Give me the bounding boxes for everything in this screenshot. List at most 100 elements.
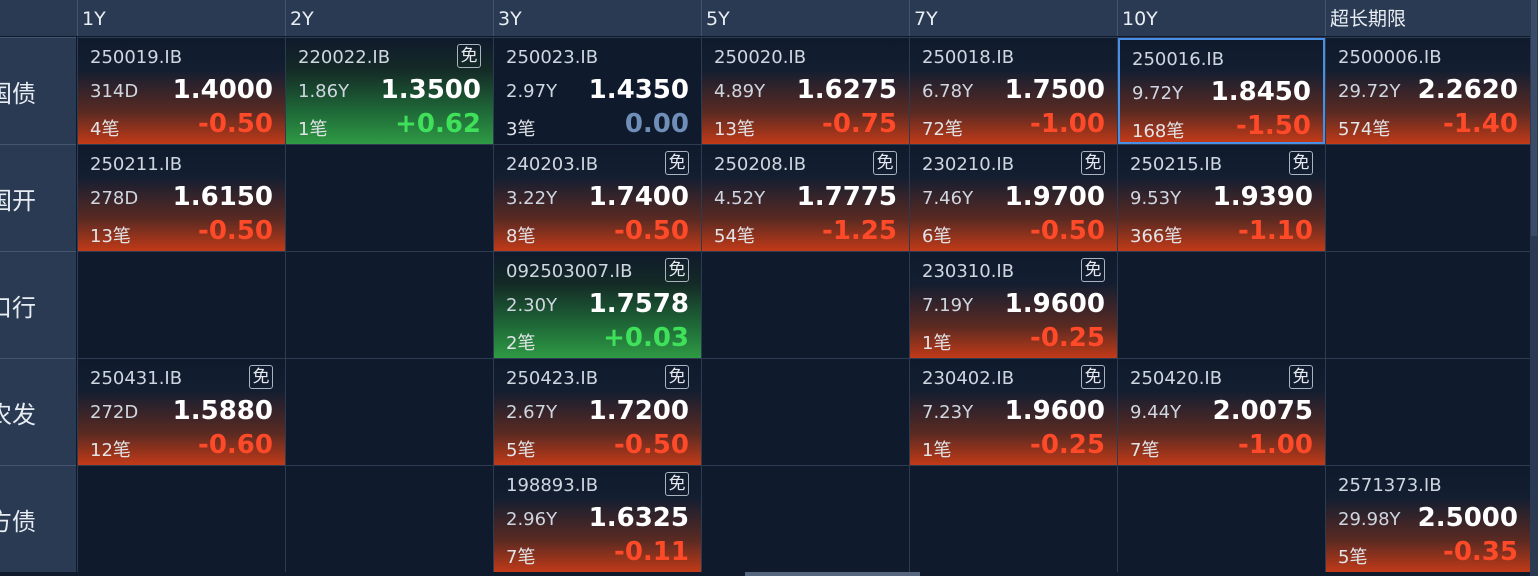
remaining-term: 7.23Y <box>922 402 974 423</box>
column-header-1[interactable]: 2Y <box>285 0 493 36</box>
bond-quote-card[interactable]: 198893.IB 免 2.96Y 1.6325 7笔 -0.11 <box>494 466 701 572</box>
matrix-cell[interactable]: 230402.IB 免 7.23Y 1.9600 1笔 -0.25 <box>909 358 1117 465</box>
matrix-cell[interactable]: 250215.IB 免 9.53Y 1.9390 366笔 -1.10 <box>1117 144 1325 251</box>
bond-quote-card[interactable]: 250423.IB 免 2.67Y 1.7200 5笔 -0.50 <box>494 359 701 465</box>
bond-code: 250016.IB <box>1132 49 1225 70</box>
bond-quote-card[interactable]: 230402.IB 免 7.23Y 1.9600 1笔 -0.25 <box>910 359 1117 465</box>
header-corner <box>0 0 76 36</box>
bond-quote-card[interactable]: 230210.IB 免 7.46Y 1.9700 6笔 -0.50 <box>910 145 1117 251</box>
yield-value: 1.7200 <box>588 396 689 426</box>
matrix-cell[interactable]: 250208.IB 免 4.52Y 1.7775 54笔 -1.25 <box>701 144 909 251</box>
yield-value: 2.2620 <box>1417 75 1518 105</box>
yield-value: 1.7500 <box>1004 75 1105 105</box>
bond-quote-card[interactable]: 250208.IB 免 4.52Y 1.7775 54笔 -1.25 <box>702 145 909 251</box>
remaining-term: 4.89Y <box>714 81 766 102</box>
remaining-term: 2.30Y <box>506 295 558 316</box>
yield-change: -0.11 <box>614 537 689 567</box>
bond-code: 230210.IB <box>922 154 1015 175</box>
trade-count: 6笔 <box>922 226 952 247</box>
row-label-2[interactable]: 口行 <box>0 251 76 358</box>
yield-change: -0.60 <box>198 430 273 460</box>
bond-quote-card[interactable]: 250431.IB 免 272D 1.5880 12笔 -0.60 <box>78 359 285 465</box>
column-header-3[interactable]: 5Y <box>701 0 909 36</box>
remaining-term: 2.97Y <box>506 81 558 102</box>
matrix-cell[interactable]: 250023.IB 2.97Y 1.4350 3笔 0.00 <box>493 37 701 144</box>
matrix-cell[interactable]: 250018.IB 6.78Y 1.7500 72笔 -1.00 <box>909 37 1117 144</box>
matrix-cell <box>701 251 909 358</box>
tax-exempt-badge: 免 <box>1081 258 1105 282</box>
column-header-5[interactable]: 10Y <box>1117 0 1325 36</box>
trade-count: 1笔 <box>922 440 952 461</box>
matrix-cell[interactable]: 250423.IB 免 2.67Y 1.7200 5笔 -0.50 <box>493 358 701 465</box>
scrollbar-thumb[interactable] <box>1531 0 1537 236</box>
yield-value: 1.5880 <box>172 396 273 426</box>
matrix-cell <box>1325 251 1530 358</box>
trade-count: 168笔 <box>1132 121 1185 142</box>
bond-quote-card[interactable]: 250420.IB 免 9.44Y 2.0075 7笔 -1.00 <box>1118 359 1325 465</box>
row-label-1[interactable]: 国开 <box>0 144 76 251</box>
bond-quote-card[interactable]: 250019.IB 314D 1.4000 4笔 -0.50 <box>78 38 285 144</box>
remaining-term: 7.46Y <box>922 188 974 209</box>
vertical-scrollbar[interactable] <box>1530 0 1538 576</box>
tax-exempt-badge: 免 <box>457 44 481 68</box>
row-label-3[interactable]: 农发 <box>0 358 76 465</box>
matrix-cell[interactable]: 250431.IB 免 272D 1.5880 12笔 -0.60 <box>77 358 285 465</box>
matrix-cell[interactable]: 2500006.IB 29.72Y 2.2620 574笔 -1.40 <box>1325 37 1530 144</box>
bond-quote-card[interactable]: 240203.IB 免 3.22Y 1.7400 8笔 -0.50 <box>494 145 701 251</box>
matrix-cell[interactable]: 250019.IB 314D 1.4000 4笔 -0.50 <box>77 37 285 144</box>
remaining-term: 2.67Y <box>506 402 558 423</box>
yield-change: -0.50 <box>614 430 689 460</box>
matrix-cell <box>77 465 285 572</box>
matrix-cell[interactable]: 230210.IB 免 7.46Y 1.9700 6笔 -0.50 <box>909 144 1117 251</box>
remaining-term: 9.72Y <box>1132 83 1184 104</box>
yield-value: 1.9600 <box>1004 396 1105 426</box>
column-header-0[interactable]: 1Y <box>77 0 285 36</box>
bond-quote-card[interactable]: 250215.IB 免 9.53Y 1.9390 366笔 -1.10 <box>1118 145 1325 251</box>
column-header-2[interactable]: 3Y <box>493 0 701 36</box>
trade-count: 2笔 <box>506 333 536 354</box>
trade-count: 4笔 <box>90 119 120 140</box>
trade-count: 13笔 <box>90 226 131 247</box>
bond-quote-card[interactable]: 250018.IB 6.78Y 1.7500 72笔 -1.00 <box>910 38 1117 144</box>
bond-code: 250019.IB <box>90 47 183 68</box>
column-header-4[interactable]: 7Y <box>909 0 1117 36</box>
yield-change: -1.10 <box>1238 216 1313 246</box>
tax-exempt-badge: 免 <box>249 365 273 389</box>
matrix-cell[interactable]: 240203.IB 免 3.22Y 1.7400 8笔 -0.50 <box>493 144 701 251</box>
bond-quote-card[interactable]: 250020.IB 4.89Y 1.6275 13笔 -0.75 <box>702 38 909 144</box>
row-label-text: 国债 <box>0 79 36 108</box>
yield-change: -0.50 <box>614 216 689 246</box>
bond-quote-card[interactable]: 220022.IB 免 1.86Y 1.3500 1笔 +0.62 <box>286 38 493 144</box>
yield-change: -1.50 <box>1236 111 1311 141</box>
remaining-term: 278D <box>90 188 139 209</box>
trade-count: 7笔 <box>1130 440 1160 461</box>
bond-quote-card[interactable]: 2500006.IB 29.72Y 2.2620 574笔 -1.40 <box>1326 38 1530 144</box>
bond-quote-card[interactable]: 2571373.IB 29.98Y 2.5000 5笔 -0.35 <box>1326 466 1530 572</box>
tax-exempt-badge: 免 <box>665 472 689 496</box>
matrix-cell[interactable]: 230310.IB 免 7.19Y 1.9600 1笔 -0.25 <box>909 251 1117 358</box>
yield-value: 1.3500 <box>380 75 481 105</box>
matrix-cell[interactable]: 250020.IB 4.89Y 1.6275 13笔 -0.75 <box>701 37 909 144</box>
row-label-4[interactable]: 地方债 <box>0 465 76 572</box>
row-label-0[interactable]: 国债 <box>0 37 76 144</box>
column-header-6[interactable]: 超长期限 <box>1325 0 1530 36</box>
trade-count: 1笔 <box>922 333 952 354</box>
bond-quote-card[interactable]: 230310.IB 免 7.19Y 1.9600 1笔 -0.25 <box>910 252 1117 358</box>
horizontal-scrollbar[interactable] <box>745 572 920 576</box>
bond-quote-card[interactable]: 250211.IB 278D 1.6150 13笔 -0.50 <box>78 145 285 251</box>
bond-quote-card[interactable]: 092503007.IB 免 2.30Y 1.7578 2笔 +0.03 <box>494 252 701 358</box>
matrix-cell[interactable]: 250016.IB 9.72Y 1.8450 168笔 -1.50 <box>1117 37 1325 144</box>
matrix-cell[interactable]: 2571373.IB 29.98Y 2.5000 5笔 -0.35 <box>1325 465 1530 572</box>
bond-quote-card[interactable]: 250023.IB 2.97Y 1.4350 3笔 0.00 <box>494 38 701 144</box>
yield-change: -1.00 <box>1030 109 1105 139</box>
trade-count: 5笔 <box>506 440 536 461</box>
matrix-cell[interactable]: 220022.IB 免 1.86Y 1.3500 1笔 +0.62 <box>285 37 493 144</box>
matrix-cell[interactable]: 198893.IB 免 2.96Y 1.6325 7笔 -0.11 <box>493 465 701 572</box>
bond-quote-card[interactable]: 250016.IB 9.72Y 1.8450 168笔 -1.50 <box>1118 38 1325 144</box>
tax-exempt-badge: 免 <box>1081 151 1105 175</box>
matrix-cell[interactable]: 250420.IB 免 9.44Y 2.0075 7笔 -1.00 <box>1117 358 1325 465</box>
matrix-cell[interactable]: 092503007.IB 免 2.30Y 1.7578 2笔 +0.03 <box>493 251 701 358</box>
matrix-cell[interactable]: 250211.IB 278D 1.6150 13笔 -0.50 <box>77 144 285 251</box>
yield-change: -0.50 <box>198 109 273 139</box>
yield-value: 1.7400 <box>588 182 689 212</box>
